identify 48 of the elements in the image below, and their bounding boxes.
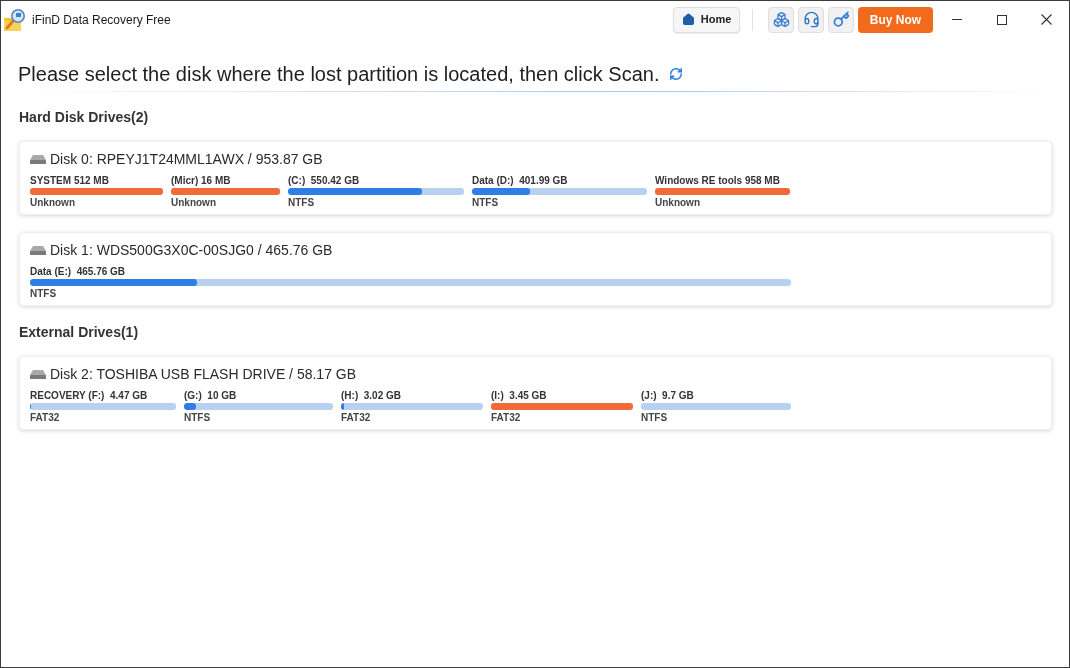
partition-label: (C:) 550.42 GB (288, 175, 361, 187)
filesystem-label: Unknown (171, 197, 217, 209)
cubes-icon (772, 11, 790, 28)
filesystem-label: FAT32 (341, 412, 372, 424)
filesystem-label: Unknown (30, 197, 76, 209)
minimize-icon (951, 19, 962, 20)
disk-card[interactable]: Disk 2: TOSHIBA USB FLASH DRIVE / 58.17 GB RECOVERY (F:) 4.47 GB FAT32 (G:) 10 GB NTFS (H:) 3.02 GB FAT32 (I:) 3.45 GB FAT32 (J:) 9.7 GB NTFS (19, 356, 1052, 430)
disk-title: Disk 2: TOSHIBA USB FLASH DRIVE / 58.17 GB (50, 365, 357, 383)
filesystem-label: NTFS (472, 197, 500, 209)
close-icon (1041, 14, 1052, 25)
partition-label: Data (E:) 465.76 GB (30, 266, 127, 278)
filesystem-label: NTFS (641, 412, 669, 424)
hard-drive-icon (30, 369, 46, 379)
support-button[interactable] (798, 6, 824, 33)
maximize-icon (996, 14, 1007, 25)
filesystem-label: Unknown (655, 197, 701, 209)
headset-icon (802, 11, 820, 28)
magnifier-folder-logo-icon (4, 8, 26, 31)
disk-title: Disk 0: RPEYJ1T24MML1AWX / 953.87 GB (50, 150, 323, 168)
home-icon (681, 13, 695, 26)
key-icon (832, 11, 850, 28)
partition-label: (Micr) 16 MB (171, 175, 232, 187)
filesystem-label: NTFS (184, 412, 212, 424)
partition-label: SYSTEM 512 MB (30, 175, 110, 187)
partition-label: (I:) 3.45 GB (491, 390, 548, 402)
network-cubes-button[interactable] (768, 6, 794, 33)
filesystem-label: NTFS (30, 288, 58, 300)
filesystem-label: FAT32 (30, 412, 61, 424)
refresh-icon[interactable] (669, 67, 684, 81)
disk-title: Disk 1: WDS500G3X0C-00SJG0 / 465.76 GB (50, 241, 333, 259)
instruction-heading: Please select the disk where the lost partition is located, then click Scan. (18, 62, 660, 86)
drive-group-heading: External Drives(1) (19, 324, 139, 340)
license-key-button[interactable] (828, 6, 854, 33)
partition-label: Data (D:) 401.99 GB (472, 175, 569, 187)
partition-label: (H:) 3.02 GB (341, 390, 402, 402)
partition-label: (G:) 10 GB (184, 390, 238, 402)
hard-drive-icon (30, 154, 46, 164)
home-button[interactable]: Home (673, 6, 740, 33)
partition-label: (J:) 9.7 GB (641, 390, 695, 402)
disk-card[interactable]: Disk 0: RPEYJ1T24MML1AWX / 953.87 GB SYSTEM 512 MB Unknown (Micr) 16 MB Unknown (C:) 550.42 GB NTFS Data (D:) 401.99 GB NTFS Windows RE tools 958 MB Unknown (19, 141, 1052, 215)
filesystem-label: NTFS (288, 197, 316, 209)
disk-card[interactable]: Disk 1: WDS500G3X0C-00SJG0 / 465.76 GB Data (E:) 465.76 GB NTFS (19, 232, 1052, 306)
partition-label: Windows RE tools 958 MB (655, 175, 781, 187)
window-title: iFinD Data Recovery Free (32, 11, 171, 29)
hard-drive-icon (30, 245, 46, 255)
filesystem-label: FAT32 (491, 412, 522, 424)
partition-label: RECOVERY (F:) 4.47 GB (30, 390, 149, 402)
drive-group-heading: Hard Disk Drives(2) (19, 109, 149, 125)
